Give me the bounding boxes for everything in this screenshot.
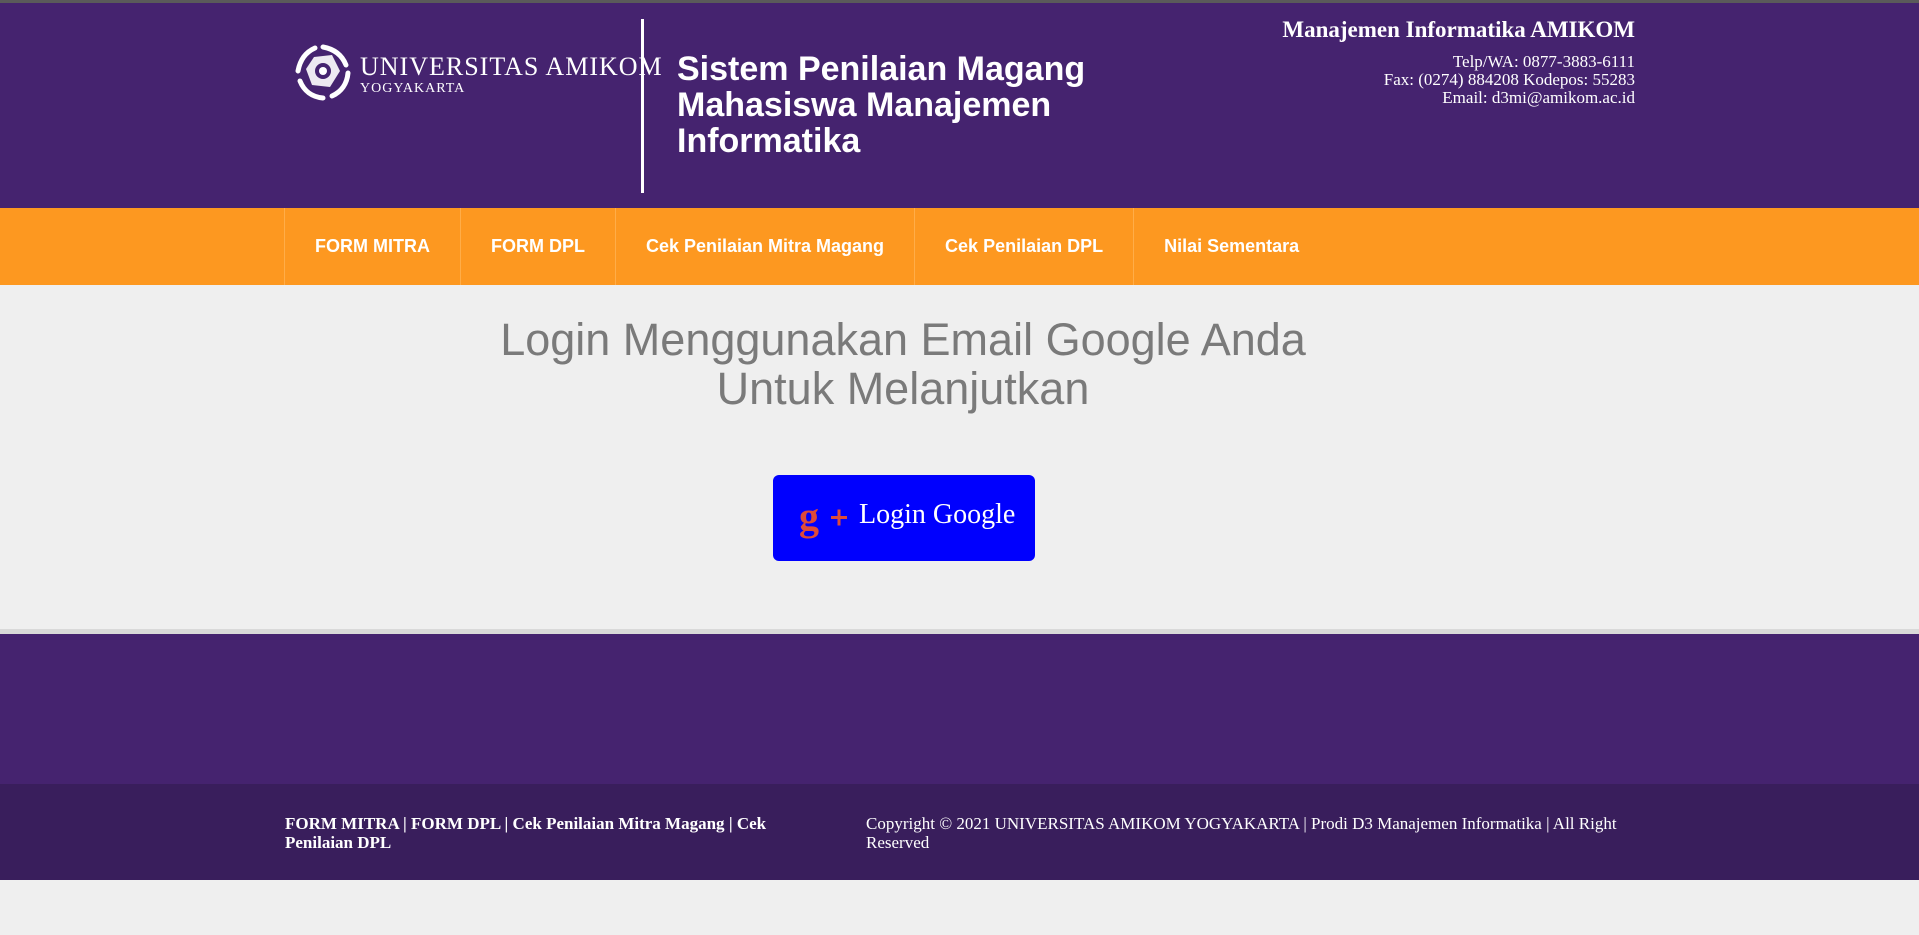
- nav-item-nilai-sementara[interactable]: Nilai Sementara: [1133, 208, 1329, 285]
- login-heading: Login Menggunakan Email Google Anda Untu…: [500, 314, 1306, 414]
- contact-info: Manajemen Informatika AMIKOM Telp/WA: 08…: [1282, 17, 1635, 107]
- login-google-button[interactable]: g Login Google: [773, 475, 1035, 561]
- main-nav: FORM MITRA FORM DPL Cek Penilaian Mitra …: [0, 208, 1919, 285]
- university-logo[interactable]: UNIVERSITAS AMIKOM YOGYAKARTA: [294, 43, 662, 103]
- nav-item-form-dpl[interactable]: FORM DPL: [459, 208, 615, 285]
- contact-phone: Telp/WA: 0877-3883-6111: [1452, 52, 1635, 71]
- footer-lower-band: FORM MITRA | FORM DPL | Cek Penilaian Mi…: [0, 784, 1919, 880]
- nav-items: FORM MITRA FORM DPL Cek Penilaian Mitra …: [284, 208, 1329, 285]
- contact-org: Manajemen Informatika AMIKOM: [1282, 17, 1635, 42]
- footer-link-cek-penilaian-mitra[interactable]: Cek Penilaian Mitra Magang: [513, 814, 725, 833]
- site-title: Sistem Penilaian Magang Mahasiswa Manaje…: [677, 50, 1086, 160]
- nav-item-form-mitra[interactable]: FORM MITRA: [284, 208, 460, 285]
- footer-link-form-dpl[interactable]: FORM DPL: [411, 814, 500, 833]
- copyright-text: Copyright © 2021 UNIVERSITAS AMIKOM YOGY…: [866, 814, 1617, 852]
- footer-link-form-mitra[interactable]: FORM MITRA: [285, 814, 399, 833]
- nav-item-cek-penilaian-dpl[interactable]: Cek Penilaian DPL: [914, 208, 1133, 285]
- google-plus-icon: g: [799, 496, 847, 539]
- nav-item-cek-penilaian-mitra[interactable]: Cek Penilaian Mitra Magang: [614, 208, 914, 285]
- footer-link-separator: |: [500, 814, 513, 833]
- svg-text:g: g: [799, 496, 819, 539]
- contact-fax: Fax: (0274) 884208 Kodepos: 55283: [1383, 70, 1635, 89]
- footer-upper-band: [0, 634, 1919, 784]
- contact-email: Email: d3mi@amikom.ac.id: [1442, 88, 1635, 107]
- main-content: Login Menggunakan Email Google Anda Untu…: [0, 285, 1919, 629]
- login-google-label: Login Google: [859, 499, 1016, 530]
- site-header: UNIVERSITAS AMIKOM YOGYAKARTA Sistem Pen…: [0, 3, 1919, 208]
- footer-links: FORM MITRA | FORM DPL | Cek Penilaian Mi…: [285, 814, 825, 852]
- header-divider: [641, 19, 644, 193]
- amikom-logo-icon: [295, 44, 351, 101]
- logo-name: UNIVERSITAS AMIKOM: [360, 52, 663, 81]
- footer-link-separator: |: [724, 814, 737, 833]
- footer-link-separator: |: [398, 814, 412, 833]
- logo-subtitle: YOGYAKARTA: [360, 81, 466, 96]
